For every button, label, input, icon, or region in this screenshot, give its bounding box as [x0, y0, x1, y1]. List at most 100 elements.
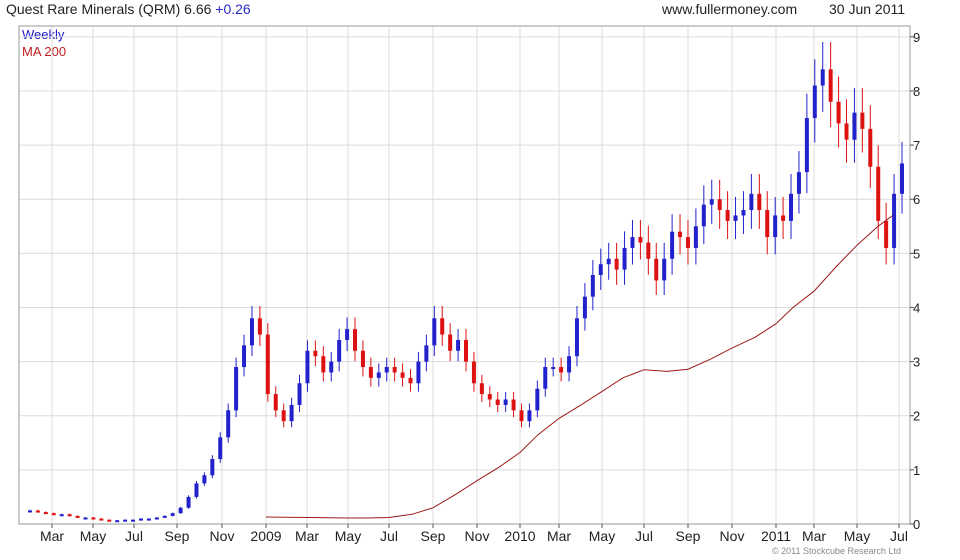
- candle-body: [273, 394, 278, 411]
- candle-body: [218, 437, 223, 460]
- candle-body: [368, 367, 373, 378]
- candle-body: [91, 517, 96, 520]
- x-tick-label: Sep: [421, 528, 446, 544]
- y-axis: 0 1 2 3 4 5 6 7 8 9: [910, 30, 920, 532]
- x-tick-label: Jul: [380, 528, 398, 544]
- candle-body: [329, 361, 334, 373]
- candle-body: [709, 199, 714, 205]
- x-tick-label: Jul: [635, 528, 653, 544]
- candle-body: [567, 356, 572, 373]
- candle-body: [170, 513, 175, 516]
- x-tick-label: May: [80, 528, 106, 544]
- candle-body: [337, 339, 342, 362]
- candle-body: [384, 367, 389, 373]
- candle-body: [519, 410, 524, 422]
- candle-body: [495, 399, 500, 405]
- x-axis: Mar May Jul Sep Nov 2009 Mar May Jul Sep Nov 2010 Ma…: [40, 524, 908, 544]
- candle-body: [249, 318, 254, 346]
- candle-body: [432, 318, 437, 346]
- candle-body: [884, 220, 889, 248]
- x-tick-label: Mar: [295, 528, 319, 544]
- candle-body: [535, 388, 540, 411]
- candle-body: [194, 483, 199, 497]
- x-tick-label: Mar: [802, 528, 826, 544]
- candle-body: [678, 231, 683, 238]
- candle-body: [757, 193, 762, 211]
- candle-body: [725, 210, 730, 221]
- candle-body: [638, 237, 643, 243]
- candle-body: [226, 410, 231, 438]
- candle-body: [543, 367, 548, 389]
- candle-body: [202, 475, 207, 484]
- candle-body: [305, 350, 310, 384]
- candle-body: [670, 231, 675, 259]
- x-tick-label: 2011: [761, 528, 791, 544]
- candle-body: [257, 318, 262, 335]
- candle-body: [741, 210, 746, 216]
- candle-body: [448, 334, 453, 351]
- candle-body: [781, 215, 786, 221]
- candle-body: [876, 166, 881, 221]
- grid: [19, 26, 910, 525]
- candle-body: [582, 296, 587, 319]
- candle-body: [812, 85, 817, 119]
- candle-body: [115, 520, 120, 523]
- y-tick-label: 4: [913, 300, 920, 315]
- x-tick-label: 2009: [250, 528, 281, 544]
- candle-body: [844, 123, 849, 140]
- y-tick-label: 9: [913, 30, 920, 45]
- candle-body: [408, 377, 413, 384]
- candle-body: [693, 226, 698, 248]
- x-tick-label: May: [589, 528, 615, 544]
- candle-body: [749, 193, 754, 211]
- candle-body: [83, 517, 88, 520]
- candle-body: [242, 345, 247, 368]
- candle-body: [646, 242, 651, 259]
- candle-body: [765, 210, 770, 238]
- candles: [28, 42, 904, 523]
- candle-body: [868, 128, 873, 167]
- candle-body: [107, 519, 112, 522]
- candle-body: [138, 518, 143, 521]
- candle-body: [210, 459, 215, 476]
- candle-body: [265, 334, 270, 395]
- candle-body: [51, 513, 56, 516]
- candle-body: [400, 372, 405, 378]
- candle-body: [836, 101, 841, 124]
- candle-body: [360, 350, 365, 368]
- candle-body: [598, 264, 603, 275]
- candle-body: [43, 512, 48, 515]
- candle-body: [123, 519, 128, 522]
- candle-body: [796, 172, 801, 194]
- x-tick-label: Jul: [890, 528, 908, 544]
- y-tick-label: 3: [913, 355, 920, 370]
- candle-body: [146, 518, 151, 521]
- candle-body: [416, 361, 421, 384]
- candle-body: [186, 496, 191, 508]
- candle-body: [614, 258, 619, 270]
- x-tick-label: Nov: [720, 528, 745, 544]
- price-chart: Mar May Jul Sep Nov 2009 Mar May Jul Sep Nov 2010 Ma…: [18, 25, 920, 544]
- candle-body: [99, 518, 104, 521]
- y-tick-label: 2: [913, 409, 920, 424]
- candle-body: [67, 514, 72, 517]
- candle-body: [733, 215, 738, 221]
- candle-body: [900, 163, 904, 194]
- candle-body: [828, 69, 833, 102]
- candle-body: [892, 193, 897, 248]
- candle-body: [234, 367, 239, 411]
- candle-body: [392, 367, 397, 373]
- x-tick-label: Mar: [547, 528, 571, 544]
- candle-body: [487, 394, 492, 400]
- candle-body: [717, 199, 722, 211]
- candle-body: [511, 399, 516, 411]
- x-tick-label: May: [335, 528, 361, 544]
- y-tick-label: 8: [913, 84, 920, 99]
- candle-body: [75, 515, 80, 518]
- candle-body: [606, 258, 611, 265]
- candle-body: [59, 514, 64, 517]
- candle-body: [820, 69, 825, 86]
- x-tick-label: May: [844, 528, 870, 544]
- candle-body: [289, 404, 294, 422]
- candle-body: [551, 367, 556, 370]
